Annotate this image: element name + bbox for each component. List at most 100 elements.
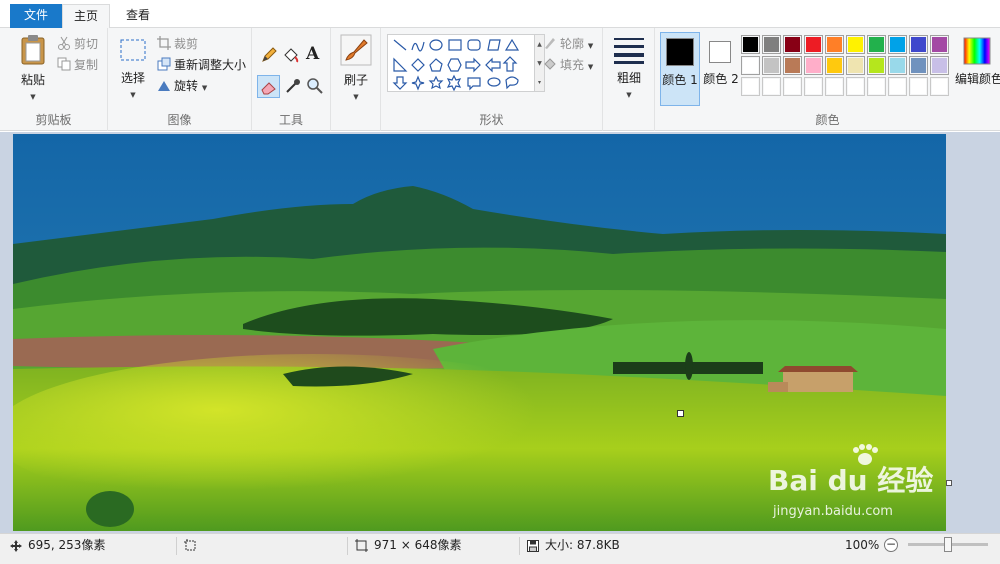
palette-swatch[interactable] xyxy=(825,77,844,96)
palette-swatch[interactable] xyxy=(846,35,865,54)
status-divider xyxy=(519,537,520,555)
palette-swatch[interactable] xyxy=(783,35,802,54)
chevron-down-icon: ▼ xyxy=(626,91,632,99)
status-divider xyxy=(347,537,348,555)
palette-swatch[interactable] xyxy=(930,35,949,54)
edit-colors-button[interactable]: 编辑颜色 xyxy=(955,32,1000,106)
fill-icon xyxy=(544,58,556,70)
clipboard-icon xyxy=(21,35,45,65)
resize-handle-right[interactable] xyxy=(946,480,952,486)
cut-label: 剪切 xyxy=(74,37,99,51)
scissors-icon xyxy=(58,36,70,50)
palette-swatch[interactable] xyxy=(804,56,823,75)
palette-swatch[interactable] xyxy=(762,56,781,75)
palette-swatch[interactable] xyxy=(783,56,802,75)
select-rect-icon xyxy=(120,39,146,61)
outline-button[interactable]: 轮廓 ▼ xyxy=(543,34,593,54)
image-canvas[interactable]: Bai du 经验 jingyan.baidu.com xyxy=(13,134,946,531)
zoom-slider-thumb[interactable] xyxy=(944,537,952,552)
chevron-down-icon: ▼ xyxy=(587,63,594,71)
palette-swatch[interactable] xyxy=(846,77,865,96)
palette-swatch[interactable] xyxy=(867,35,886,54)
brushes-label: 刷子 xyxy=(343,73,368,87)
select-button[interactable]: 选择 ▼ xyxy=(116,38,150,100)
eraser-button[interactable] xyxy=(257,75,280,98)
palette-swatch[interactable] xyxy=(825,56,844,75)
color1-button[interactable]: 颜色 1 xyxy=(660,32,700,106)
group-label-colors: 颜色 xyxy=(815,113,840,127)
canvas-workspace[interactable]: Bai du 经验 jingyan.baidu.com xyxy=(0,132,1000,533)
tab-view[interactable]: 查看 xyxy=(114,4,162,28)
outline-label: 轮廓 xyxy=(560,37,585,51)
group-shapes: ▲ ▼ ▾ 轮廓 ▼ 填充 ▼ 形状 xyxy=(381,28,603,131)
palette-swatch[interactable] xyxy=(804,35,823,54)
color2-swatch xyxy=(709,41,731,63)
palette-swatch[interactable] xyxy=(846,56,865,75)
group-brushes: 刷子 ▼ xyxy=(331,28,381,131)
color1-label: 颜色 1 xyxy=(662,73,698,87)
palette-swatch[interactable] xyxy=(762,35,781,54)
paste-label: 粘贴 xyxy=(20,73,45,87)
magnifier-icon[interactable] xyxy=(306,77,324,95)
palette-swatch[interactable] xyxy=(888,77,907,96)
fill-bucket-icon[interactable] xyxy=(282,46,300,64)
canvas-size-text: 971 × 648像素 xyxy=(374,538,462,552)
palette-swatch[interactable] xyxy=(909,35,928,54)
palette-swatch[interactable] xyxy=(867,77,886,96)
palette-swatch[interactable] xyxy=(909,77,928,96)
group-label-tools: 工具 xyxy=(278,113,303,127)
color1-swatch xyxy=(666,38,694,66)
palette-swatch[interactable] xyxy=(783,77,802,96)
color2-button[interactable]: 颜色 2 xyxy=(702,32,740,106)
resize-button[interactable]: 重新调整大小 xyxy=(157,55,246,75)
group-tools: A 工具 xyxy=(252,28,331,131)
chevron-down-icon: ▼ xyxy=(353,93,359,101)
copy-button[interactable]: 复制 xyxy=(57,55,98,75)
group-label-image: 图像 xyxy=(167,113,192,127)
palette-swatch[interactable] xyxy=(741,35,760,54)
palette-swatch[interactable] xyxy=(762,77,781,96)
paste-button[interactable]: 粘贴 ▼ xyxy=(14,34,52,102)
palette-swatch[interactable] xyxy=(741,56,760,75)
pencil-icon[interactable] xyxy=(260,46,278,64)
tab-home[interactable]: 主页 xyxy=(62,4,110,29)
palette-swatch[interactable] xyxy=(888,56,907,75)
palette-swatch[interactable] xyxy=(930,77,949,96)
cut-button[interactable]: 剪切 xyxy=(57,34,98,54)
palette-swatch[interactable] xyxy=(930,56,949,75)
brushes-button[interactable]: 刷子 ▼ xyxy=(337,34,375,102)
group-colors: 颜色 1 颜色 2 编辑颜色 颜色 xyxy=(655,28,1000,131)
chevron-down-icon: ▼ xyxy=(201,84,208,92)
file-size: 大小: 87.8KB xyxy=(527,534,620,564)
shapes-gallery-icons xyxy=(392,38,520,91)
tab-file[interactable]: 文件 xyxy=(10,4,62,28)
palette-swatch[interactable] xyxy=(888,35,907,54)
zoom-out-button[interactable]: − xyxy=(884,538,898,552)
resize-label: 重新调整大小 xyxy=(174,58,247,72)
palette-swatch[interactable] xyxy=(825,35,844,54)
move-cursor-icon xyxy=(10,540,22,552)
copy-icon xyxy=(57,57,71,71)
chevron-down-icon: ▼ xyxy=(130,91,136,99)
color-picker-icon[interactable] xyxy=(284,77,302,95)
rotate-button[interactable]: 旋转 ▼ xyxy=(157,76,207,96)
group-label-clipboard: 剪贴板 xyxy=(35,113,72,127)
palette-swatch[interactable] xyxy=(804,77,823,96)
size-label: 粗细 xyxy=(616,71,641,85)
palette-swatch[interactable] xyxy=(909,56,928,75)
fill-button[interactable]: 填充 ▼ xyxy=(543,55,593,75)
cursor-position: 695, 253像素 xyxy=(10,534,105,564)
group-label-shapes: 形状 xyxy=(479,113,504,127)
text-tool-icon[interactable]: A xyxy=(306,44,319,64)
shapes-gallery[interactable] xyxy=(387,34,535,92)
palette-swatch[interactable] xyxy=(741,77,760,96)
palette-swatch[interactable] xyxy=(867,56,886,75)
size-button[interactable]: 粗细 ▼ xyxy=(611,36,647,100)
brush-icon xyxy=(340,34,372,66)
resize-icon xyxy=(157,57,171,71)
crop-button[interactable]: 裁剪 xyxy=(157,34,198,54)
resize-handle[interactable] xyxy=(677,410,684,417)
ribbon-tab-bar: 文件 主页 查看 xyxy=(0,0,1000,29)
color2-label: 颜色 2 xyxy=(703,72,739,86)
edit-colors-label: 编辑颜色 xyxy=(955,72,1000,86)
